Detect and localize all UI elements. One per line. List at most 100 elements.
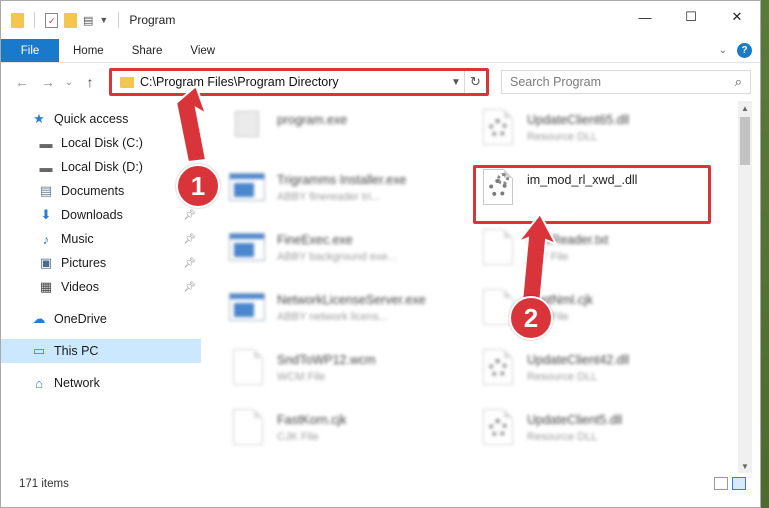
close-button[interactable]: ✕ bbox=[714, 1, 760, 33]
recent-locations-button[interactable]: ⌄ bbox=[63, 71, 75, 93]
sidebar-item-onedrive[interactable]: ☁ OneDrive bbox=[1, 307, 201, 331]
pin-icon[interactable]: 📌︎ bbox=[183, 258, 196, 269]
sidebar-item-music[interactable]: ♪ Music 📌︎ bbox=[1, 227, 201, 251]
status-bar: 171 items bbox=[1, 473, 762, 495]
view-toggle bbox=[714, 477, 746, 490]
file-item[interactable]: Trigramms Installer.exe ABBY finereader t… bbox=[227, 165, 467, 221]
sidebar-item-downloads[interactable]: ⬇ Downloads 📌︎ bbox=[1, 203, 201, 227]
file-name: SndToWP12.wcm bbox=[277, 353, 376, 367]
sidebar-item-this-pc[interactable]: ▭ This PC bbox=[1, 339, 201, 363]
sidebar-item-label: Documents bbox=[61, 184, 125, 198]
file-item[interactable]: UpdateClient5.dll Resource DLL bbox=[477, 405, 717, 461]
tab-file[interactable]: File bbox=[1, 39, 59, 62]
exe-icon bbox=[227, 285, 267, 329]
music-icon: ♪ bbox=[42, 231, 50, 247]
tab-home[interactable]: Home bbox=[59, 39, 118, 62]
help-icon[interactable]: ? bbox=[737, 43, 752, 58]
sidebar-item-label: This PC bbox=[54, 344, 99, 358]
sidebar-item-videos[interactable]: ▦ Videos 📌︎ bbox=[1, 275, 201, 299]
file-type: Resource DLL bbox=[527, 131, 598, 143]
file-item[interactable]: SndToWP12.wcm WCM File bbox=[227, 345, 467, 401]
navigation-pane: ★ Quick access ▬ Local Disk (C:) ▬ Local… bbox=[1, 101, 201, 471]
sidebar-item-local-disk-d[interactable]: ▬ Local Disk (D:) bbox=[1, 155, 201, 179]
sidebar-item-pictures[interactable]: ▣ Pictures 📌︎ bbox=[1, 251, 201, 275]
toolbar-divider bbox=[118, 12, 120, 28]
drive-icon: ▬ bbox=[39, 135, 53, 151]
document-icon bbox=[227, 345, 267, 389]
expand-ribbon-icon[interactable]: ⌄ bbox=[719, 45, 727, 56]
pin-icon[interactable]: 📌︎ bbox=[183, 210, 196, 221]
search-input[interactable]: Search Program ⌕ bbox=[501, 70, 751, 94]
item-count: 171 items bbox=[19, 478, 69, 490]
quick-access-toolbar: ✓ ▤ ▼ bbox=[1, 12, 123, 28]
file-name: FastKorn.cjk bbox=[277, 413, 347, 427]
sidebar-item-label: Videos bbox=[61, 280, 99, 294]
ribbon-tabs: File Home Share View ⌄ ? bbox=[1, 39, 760, 63]
videos-icon: ▦ bbox=[39, 279, 53, 294]
exe-icon bbox=[227, 105, 267, 149]
sidebar-item-documents[interactable]: ▤ Documents bbox=[1, 179, 201, 203]
sidebar-item-label: Pictures bbox=[61, 256, 107, 270]
pin-icon[interactable]: 📌︎ bbox=[183, 234, 196, 245]
maximize-button[interactable]: ☐ bbox=[668, 1, 714, 33]
file-item[interactable]: NetworkLicenseServer.exe ABBY network lic… bbox=[227, 285, 467, 341]
navigation-bar: ← → ⌄ ↑ C:\Program Files\Program Directo… bbox=[1, 63, 760, 101]
up-button[interactable]: ↑ bbox=[79, 71, 101, 93]
chevron-down-icon[interactable]: ▼ bbox=[99, 15, 108, 25]
file-list: program.exe UpdateClient65.dll Resource D… bbox=[221, 101, 739, 471]
sidebar-item-quick-access[interactable]: ★ Quick access bbox=[1, 107, 201, 131]
title-bar: ✓ ▤ ▼ Program — ☐ ✕ bbox=[1, 1, 760, 39]
file-item[interactable]: FineReader.txt TXT File bbox=[477, 225, 717, 281]
details-view-icon[interactable] bbox=[714, 477, 728, 490]
dll-icon bbox=[477, 105, 517, 149]
network-icon: ⌂ bbox=[35, 375, 43, 391]
file-name: UpdateClient42.dll bbox=[527, 353, 630, 367]
file-item[interactable]: UpdateClient42.dll Resource DLL bbox=[477, 345, 717, 401]
pc-icon: ▭ bbox=[32, 343, 46, 358]
new-folder-icon[interactable] bbox=[64, 12, 77, 28]
sidebar-item-local-disk-c[interactable]: ▬ Local Disk (C:) bbox=[1, 131, 201, 155]
onedrive-icon: ☁ bbox=[32, 311, 46, 326]
file-type: ABBY network licens... bbox=[277, 311, 389, 323]
window-title: Program bbox=[129, 13, 176, 27]
dll-icon bbox=[477, 345, 517, 389]
file-item[interactable]: UpdateClient65.dll Resource DLL bbox=[477, 105, 717, 161]
exe-icon bbox=[227, 225, 267, 269]
sidebar-item-network[interactable]: ⌂ Network bbox=[1, 371, 201, 395]
file-name: FineReader.txt bbox=[527, 233, 609, 247]
sidebar-item-label: OneDrive bbox=[54, 312, 107, 326]
file-name: Trigramms Installer.exe bbox=[277, 173, 407, 187]
pin-icon[interactable]: 📌︎ bbox=[183, 282, 196, 293]
customize-icon[interactable]: ▤ bbox=[83, 14, 93, 27]
scroll-up-icon[interactable]: ▲ bbox=[738, 101, 752, 115]
back-button[interactable]: ← bbox=[11, 71, 33, 93]
file-item[interactable]: FineExec.exe ABBY background exe... bbox=[227, 225, 467, 281]
address-highlight-box bbox=[109, 68, 489, 96]
tab-share[interactable]: Share bbox=[118, 39, 177, 62]
properties-icon[interactable]: ✓ bbox=[45, 12, 58, 28]
sidebar-item-label: Downloads bbox=[61, 208, 123, 222]
file-type: ABBY background exe... bbox=[277, 251, 397, 263]
minimize-button[interactable]: — bbox=[622, 1, 668, 33]
vertical-scrollbar[interactable]: ▲ ▼ bbox=[738, 101, 752, 473]
forward-button[interactable]: → bbox=[37, 71, 59, 93]
scroll-down-icon[interactable]: ▼ bbox=[738, 459, 752, 473]
search-placeholder: Search Program bbox=[510, 75, 602, 89]
window-controls: — ☐ ✕ bbox=[622, 1, 760, 39]
file-type: ABBY finereader tri... bbox=[277, 191, 381, 203]
file-item[interactable]: program.exe bbox=[227, 105, 467, 161]
scrollbar-thumb[interactable] bbox=[740, 117, 750, 165]
search-icon[interactable]: ⌕ bbox=[735, 74, 742, 90]
documents-icon: ▤ bbox=[39, 183, 53, 198]
tiles-view-icon[interactable] bbox=[732, 477, 746, 490]
tab-view[interactable]: View bbox=[176, 39, 229, 62]
sidebar-item-label: Local Disk (D:) bbox=[61, 160, 143, 174]
sidebar-item-label: Network bbox=[54, 376, 100, 390]
pictures-icon: ▣ bbox=[39, 255, 53, 270]
file-item[interactable]: FastKorn.cjk CJK File bbox=[227, 405, 467, 461]
file-name: program.exe bbox=[277, 113, 348, 127]
sidebar-item-label: Quick access bbox=[54, 112, 129, 126]
sidebar-item-label: Local Disk (C:) bbox=[61, 136, 143, 150]
downloads-icon: ⬇ bbox=[40, 207, 52, 222]
file-type: WCM File bbox=[277, 371, 326, 383]
